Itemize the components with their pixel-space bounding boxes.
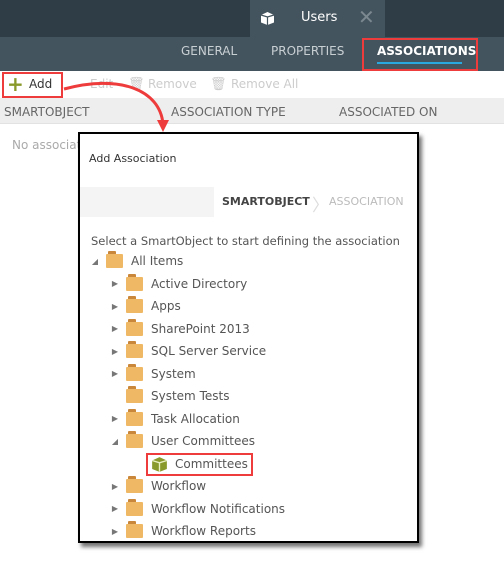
trash-all-icon: 🗑 [210, 77, 227, 92]
plus-icon: + [7, 72, 24, 96]
tree-node[interactable]: ▶ Active Directory [110, 273, 247, 295]
step-smartobject: SMARTOBJECT [222, 195, 310, 208]
tree-node-label: SQL Server Service [151, 344, 267, 358]
smartobject-cube-icon [260, 12, 275, 25]
collapsed-arrow-icon[interactable]: ▶ [110, 302, 120, 311]
collapsed-arrow-icon[interactable]: ▶ [110, 347, 120, 356]
folder-icon [126, 431, 143, 448]
instruction-text: Select a SmartObject to start defining t… [91, 234, 400, 248]
close-icon[interactable]: ✕ [358, 5, 375, 29]
tree-node-label: Committees [175, 457, 248, 471]
tab-associations[interactable]: ASSOCIATIONS [377, 44, 476, 58]
tree-node[interactable]: ▶ Task Allocation [110, 408, 240, 430]
tree-node[interactable]: ▶ System [110, 363, 196, 385]
tree-node-label: System [151, 366, 196, 381]
folder-icon [126, 476, 143, 493]
tree-node-label: Workflow Reports [151, 524, 256, 538]
expanded-arrow-icon[interactable]: ◢ [110, 437, 120, 446]
tab-properties[interactable]: PROPERTIES [271, 44, 344, 58]
tree-node-label: User Committees [151, 434, 256, 448]
folder-icon [126, 273, 143, 291]
collapsed-arrow-icon[interactable]: ▶ [110, 527, 120, 536]
collapsed-arrow-icon[interactable]: ▶ [110, 369, 120, 378]
add-button[interactable]: Add [29, 77, 52, 91]
collapsed-arrow-icon[interactable]: ▶ [110, 279, 120, 288]
folder-icon [126, 386, 143, 403]
collapsed-arrow-icon[interactable]: ▶ [110, 482, 120, 491]
tree-node[interactable]: ▶ Workflow Reports [110, 520, 256, 541]
folder-icon [126, 318, 143, 336]
tree-node[interactable]: ▶ Workflow Notifications [110, 498, 285, 520]
expanded-arrow-icon[interactable]: ◢ [90, 257, 100, 266]
remove-all-button[interactable]: Remove All [231, 77, 298, 91]
folder-icon [126, 498, 143, 516]
document-tab-title: Users [301, 10, 338, 25]
step-separator-icon: 〉 [312, 196, 329, 216]
active-tab-underline [377, 62, 462, 64]
tree-node-label: Active Directory [151, 276, 248, 291]
step-association: ASSOCIATION [329, 195, 404, 208]
tree-node-label: Task Allocation [151, 411, 240, 426]
tree-node[interactable]: ◢ All Items [90, 250, 183, 272]
tree-node[interactable]: ▶ SQL Server Service [110, 340, 266, 362]
column-associated-on[interactable]: ASSOCIATED ON [339, 105, 437, 119]
tab-general[interactable]: GENERAL [181, 44, 237, 58]
tree-node-label: Apps [151, 299, 181, 313]
tree-node-label: All Items [131, 254, 184, 268]
tree-node[interactable]: ▶ Apps [110, 295, 181, 317]
tree-node-label: Workflow Notifications [151, 501, 286, 516]
add-association-dialog: Add Association SMARTOBJECT 〉 ASSOCIATIO… [78, 132, 419, 543]
tree-node[interactable]: ◢ User Committees [110, 430, 255, 452]
tree-node[interactable]: ▶ SharePoint 2013 [110, 318, 250, 340]
smartobject-icon [151, 456, 168, 472]
folder-icon [126, 408, 143, 426]
tree-node-label: SharePoint 2013 [151, 321, 250, 336]
folder-icon [126, 521, 143, 538]
column-association-type[interactable]: ASSOCIATION TYPE [171, 105, 286, 119]
dialog-title: Add Association [89, 152, 177, 165]
tree-node[interactable]: ▶ Workflow [110, 475, 206, 497]
collapsed-arrow-icon[interactable]: ▶ [110, 324, 120, 333]
collapsed-arrow-icon[interactable]: ▶ [110, 504, 120, 513]
tree-node-label: System Tests [151, 389, 230, 403]
collapsed-arrow-icon[interactable]: ▶ [110, 414, 120, 423]
tree-node-label: Workflow [151, 479, 207, 493]
folder-icon [126, 296, 143, 313]
document-tab-users[interactable]: Users ✕ [250, 0, 385, 37]
folder-icon [126, 363, 143, 381]
tree-node[interactable]: System Tests [110, 385, 229, 407]
folder-icon [126, 341, 143, 358]
arrow-annotation [63, 81, 169, 132]
folder-icon [106, 251, 123, 268]
tree-node[interactable]: Committees [146, 452, 253, 476]
